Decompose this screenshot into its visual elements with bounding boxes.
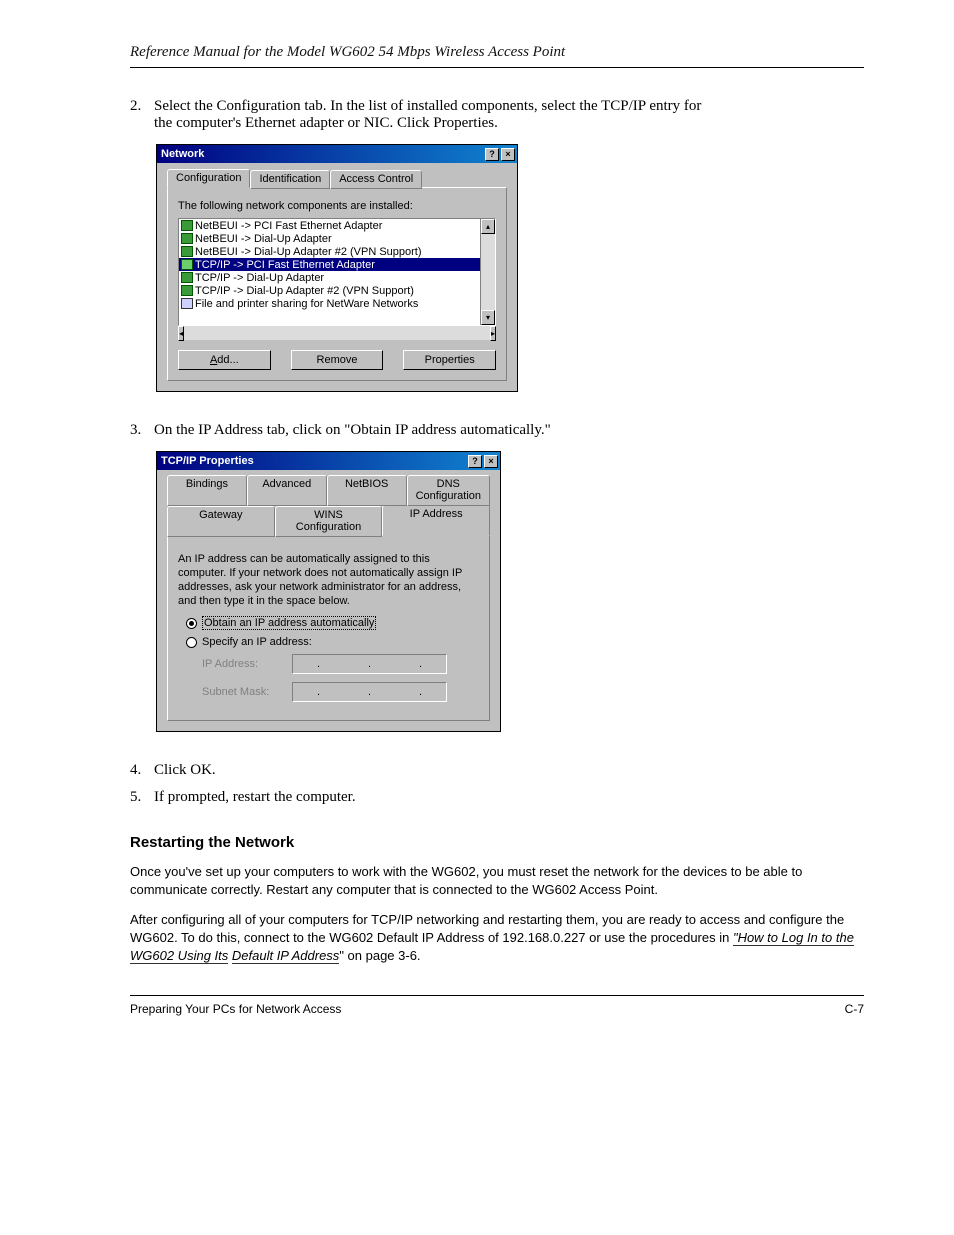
tab-ip-address[interactable]: IP Address	[382, 505, 490, 536]
protocol-icon	[181, 285, 193, 296]
protocol-icon	[181, 272, 193, 283]
network-titlebar[interactable]: Network ? ×	[157, 145, 517, 163]
restart-para2: After configuring all of your computers …	[130, 911, 864, 965]
step5-text: If prompted, restart the computer.	[154, 789, 356, 806]
horizontal-scrollbar[interactable]: ◂ ▸	[178, 325, 496, 340]
ip-address-label: IP Address:	[202, 658, 292, 670]
properties-button[interactable]: Properties	[403, 350, 496, 370]
list-item[interactable]: NetBEUI -> Dial-Up Adapter	[179, 232, 480, 245]
tab-gateway[interactable]: Gateway	[167, 506, 275, 537]
tab-wins[interactable]: WINS Configuration	[275, 506, 383, 537]
step2-text1: Select the Configuration tab. In the lis…	[154, 98, 701, 114]
scroll-up-icon[interactable]: ▴	[481, 219, 495, 234]
tab-configuration[interactable]: Configuration	[167, 169, 250, 188]
page-footer: Preparing Your PCs for Network Access C-…	[130, 995, 864, 1016]
tab-netbios[interactable]: NetBIOS	[327, 475, 407, 506]
step2-text2: the computer's Ethernet adapter or NIC. …	[154, 115, 498, 131]
close-icon[interactable]: ×	[501, 148, 515, 161]
subnet-mask-label: Subnet Mask:	[202, 686, 292, 698]
doc-title: Reference Manual for the Model WG602 54 …	[130, 44, 565, 61]
step3-text: On the IP Address tab, click on "Obtain …	[154, 422, 551, 439]
remove-button[interactable]: Remove	[291, 350, 384, 370]
tab-identification[interactable]: Identification	[250, 170, 330, 189]
add-button[interactable]: Add...	[178, 350, 271, 370]
vertical-scrollbar[interactable]: ▴ ▾	[480, 219, 495, 325]
network-title: Network	[161, 148, 483, 160]
list-item[interactable]: File and printer sharing for NetWare Net…	[179, 297, 480, 310]
step4-text: Click OK.	[154, 762, 216, 779]
tcpip-titlebar[interactable]: TCP/IP Properties ? ×	[157, 452, 500, 470]
restart-heading: Restarting the Network	[130, 834, 864, 851]
components-label: The following network components are ins…	[178, 200, 496, 212]
protocol-icon	[181, 259, 193, 270]
radio-icon	[186, 618, 197, 629]
close-icon[interactable]: ×	[484, 455, 498, 468]
restart-para1: Once you've set up your computers to wor…	[130, 863, 864, 899]
list-item[interactable]: TCP/IP -> Dial-Up Adapter	[179, 271, 480, 284]
protocol-icon	[181, 220, 193, 231]
help-icon[interactable]: ?	[485, 148, 499, 161]
network-dialog: Network ? × Configuration Identification…	[156, 144, 518, 392]
tcpip-title: TCP/IP Properties	[161, 455, 466, 467]
ip-info-text: An IP address can be automatically assig…	[178, 552, 479, 608]
list-item[interactable]: NetBEUI -> Dial-Up Adapter #2 (VPN Suppo…	[179, 245, 480, 258]
share-icon	[181, 298, 193, 309]
cross-ref-link[interactable]: Default IP Address	[232, 948, 339, 964]
radio-icon	[186, 637, 197, 648]
tcpip-dialog: TCP/IP Properties ? × Bindings Advanced …	[156, 451, 501, 732]
radio-obtain-auto[interactable]: Obtain an IP address automatically	[186, 616, 479, 630]
footer-right: C-7	[845, 1002, 864, 1016]
radio-specify[interactable]: Specify an IP address:	[186, 636, 479, 648]
tab-dns[interactable]: DNS Configuration	[407, 475, 490, 506]
footer-left: Preparing Your PCs for Network Access	[130, 1002, 341, 1016]
ip-address-input: ...	[292, 654, 447, 674]
tab-bindings[interactable]: Bindings	[167, 475, 247, 506]
help-icon[interactable]: ?	[468, 455, 482, 468]
list-item-selected[interactable]: TCP/IP -> PCI Fast Ethernet Adapter	[179, 258, 480, 271]
scroll-right-icon[interactable]: ▸	[490, 326, 496, 341]
components-listbox[interactable]: NetBEUI -> PCI Fast Ethernet Adapter Net…	[178, 218, 496, 326]
page-header: Reference Manual for the Model WG602 54 …	[130, 44, 864, 68]
tab-access-control[interactable]: Access Control	[330, 170, 422, 189]
list-item[interactable]: NetBEUI -> PCI Fast Ethernet Adapter	[179, 219, 480, 232]
protocol-icon	[181, 246, 193, 257]
tab-advanced[interactable]: Advanced	[247, 475, 327, 506]
scroll-down-icon[interactable]: ▾	[481, 310, 495, 325]
subnet-mask-input: ...	[292, 682, 447, 702]
protocol-icon	[181, 233, 193, 244]
list-item[interactable]: TCP/IP -> Dial-Up Adapter #2 (VPN Suppor…	[179, 284, 480, 297]
